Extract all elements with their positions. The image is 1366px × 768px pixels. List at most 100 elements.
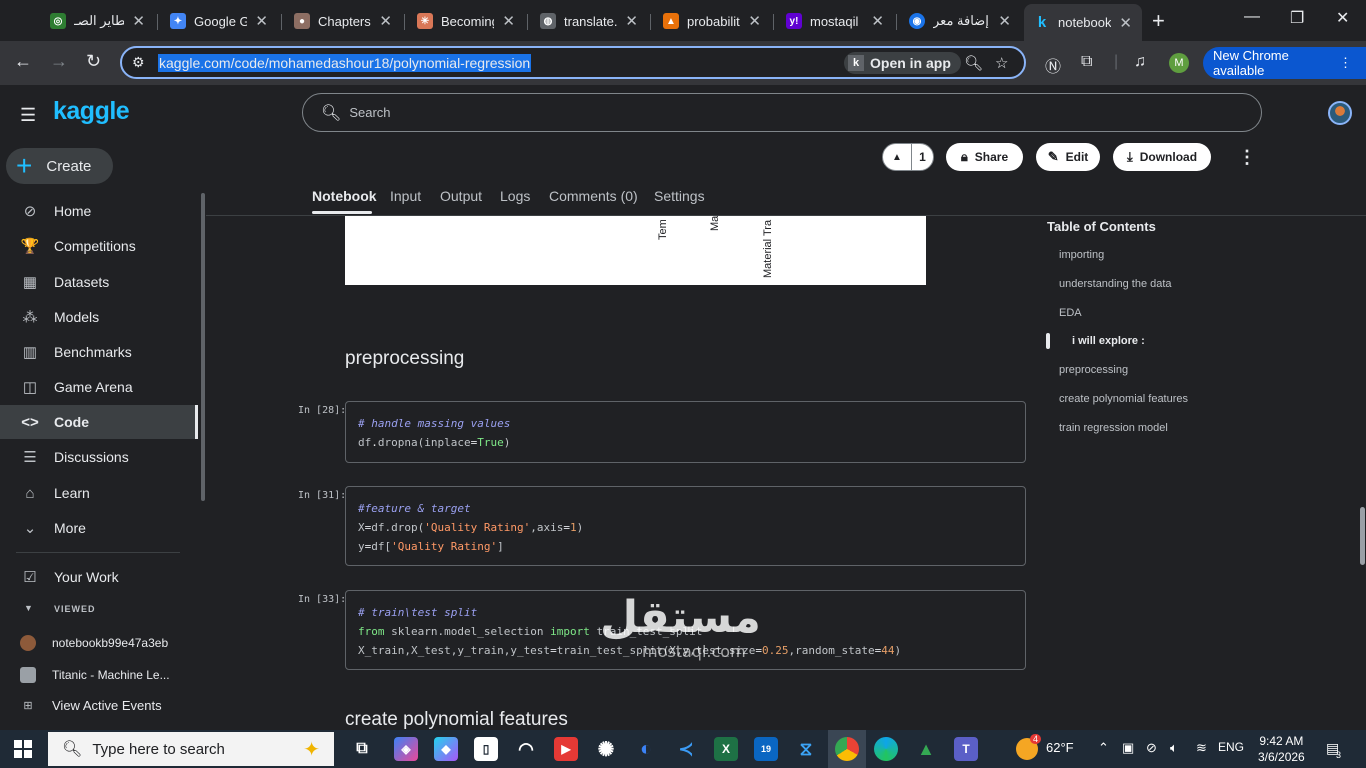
tab-output[interactable]: Output bbox=[440, 188, 482, 204]
address-bar[interactable]: ⚙ kaggle.com/code/mohamedashour18/polyno… bbox=[120, 46, 1026, 79]
chevron-down-icon[interactable]: ▼ bbox=[24, 603, 33, 613]
close-window-icon[interactable]: ✕ bbox=[1336, 8, 1349, 28]
sidebar-scrollbar[interactable] bbox=[201, 193, 205, 501]
podcast-app-icon[interactable]: ◠ bbox=[514, 737, 538, 761]
linkedin-icon[interactable]: 19 bbox=[754, 737, 778, 761]
network-off-icon[interactable]: ⊘ bbox=[1146, 740, 1157, 756]
sidebar-item-models[interactable]: ⁂ Models bbox=[0, 300, 198, 334]
sidebar-item-more[interactable]: ⌄ More bbox=[0, 511, 198, 545]
page-scrollbar[interactable] bbox=[1360, 507, 1365, 565]
chevron-up-icon[interactable]: ⌃ bbox=[1098, 740, 1109, 756]
close-icon[interactable]: ✕ bbox=[998, 12, 1011, 30]
search-input[interactable]: 🔍︎ Search bbox=[302, 93, 1262, 132]
browser-tab[interactable]: ◎ تطاير الصـ ✕ bbox=[40, 6, 155, 36]
user-avatar[interactable] bbox=[1328, 101, 1352, 125]
sidebar-item-your-work[interactable]: ☑ Your Work bbox=[0, 560, 198, 594]
toc-item[interactable]: understanding the data bbox=[1059, 278, 1172, 290]
url-text[interactable]: kaggle.com/code/mohamedashour18/polynomi… bbox=[158, 54, 532, 72]
sidebar-item-discussions[interactable]: ☰ Discussions bbox=[0, 440, 198, 474]
youtube-app-icon[interactable]: ▶ bbox=[554, 737, 578, 761]
teams-icon[interactable]: T bbox=[954, 737, 978, 761]
view-active-events[interactable]: ⊞ View Active Events bbox=[0, 690, 198, 720]
volume-icon[interactable]: 🔈︎ bbox=[1170, 740, 1178, 756]
sidebar-item-game-arena[interactable]: ◫ Game Arena bbox=[0, 370, 198, 404]
extensions-puzzle-icon[interactable]: ⧉ bbox=[1081, 53, 1092, 71]
excel-icon[interactable]: X bbox=[714, 737, 738, 761]
code-cell[interactable]: #feature & target X=df.drop('Quality Rat… bbox=[345, 486, 1026, 566]
toc-item[interactable]: EDA bbox=[1059, 307, 1082, 319]
chrome-profile-avatar[interactable]: M bbox=[1169, 53, 1189, 73]
open-in-app-button[interactable]: k Open in app bbox=[844, 52, 961, 74]
task-view-icon[interactable]: ⧉ bbox=[350, 737, 374, 761]
new-tab-plus-icon[interactable]: + bbox=[1152, 8, 1165, 34]
edge-icon[interactable] bbox=[874, 737, 898, 761]
notion-extension-icon[interactable]: Ⓝ bbox=[1045, 53, 1061, 77]
wifi-icon[interactable]: ≋ bbox=[1196, 740, 1207, 756]
bookmark-star-icon[interactable]: ☆ bbox=[995, 54, 1008, 72]
tab-comments[interactable]: Comments (0) bbox=[549, 188, 638, 204]
file-icon[interactable]: ▯ bbox=[474, 737, 498, 761]
sidebar-item-home[interactable]: ⊘ Home bbox=[0, 194, 198, 228]
close-icon[interactable]: ✕ bbox=[625, 12, 638, 30]
edit-button[interactable]: ✎ Edit bbox=[1036, 143, 1100, 171]
download-button[interactable]: ⤓ Download bbox=[1113, 143, 1211, 171]
code-cell[interactable]: # handle massing values df.dropna(inplac… bbox=[345, 401, 1026, 463]
back-arrow-icon[interactable]: ← bbox=[14, 51, 32, 72]
sidebar-item-benchmarks[interactable]: ▥ Benchmarks bbox=[0, 335, 198, 369]
restore-icon[interactable]: ❐ bbox=[1290, 8, 1304, 28]
viewed-item[interactable]: Titanic - Machine Le... bbox=[0, 660, 198, 690]
media-controls-icon[interactable]: ♫ bbox=[1134, 53, 1146, 71]
sidebar-item-datasets[interactable]: ▦ Datasets bbox=[0, 265, 198, 299]
toc-item-active[interactable]: i will explore : bbox=[1072, 335, 1145, 347]
more-options-icon[interactable]: ⋮ bbox=[1238, 147, 1256, 168]
system-clock[interactable]: 9:42 AM 3/6/2026 bbox=[1258, 733, 1305, 765]
microsoft-365-icon[interactable]: ◈ bbox=[394, 737, 418, 761]
close-icon[interactable]: ✕ bbox=[871, 12, 884, 30]
browser-tab[interactable]: y! mostaqil ✕ bbox=[776, 6, 894, 36]
new-chrome-available-button[interactable]: New Chrome available ⋮ bbox=[1203, 47, 1366, 79]
copilot-icon[interactable]: ◆ bbox=[434, 737, 458, 761]
taskbar-search-input[interactable]: 🔍︎ Type here to search ✦ bbox=[48, 732, 334, 766]
toc-item[interactable]: train regression model bbox=[1059, 422, 1168, 434]
browser-tab[interactable]: ◉ إضافة معر ✕ bbox=[899, 6, 1021, 36]
hamburger-menu-icon[interactable]: ☰ bbox=[20, 105, 36, 126]
language-indicator[interactable]: ENG bbox=[1218, 740, 1244, 754]
forward-arrow-icon[interactable]: → bbox=[50, 51, 68, 72]
browser-tab[interactable]: ◍ translate. ✕ bbox=[530, 6, 648, 36]
close-icon[interactable]: ✕ bbox=[1119, 14, 1132, 32]
chrome-menu-icon[interactable]: ⋮ bbox=[1339, 55, 1352, 71]
close-icon[interactable]: ✕ bbox=[748, 12, 761, 30]
sidebar-item-learn[interactable]: ⌂ Learn bbox=[0, 476, 198, 510]
vscode-icon[interactable]: ≺ bbox=[674, 737, 698, 761]
sidebar-item-competitions[interactable]: 🏆 Competitions bbox=[0, 229, 198, 263]
reload-icon[interactable]: ↻ bbox=[86, 51, 101, 72]
browser-tab[interactable]: ● Chapters ✕ bbox=[284, 6, 402, 36]
windows-start-icon[interactable] bbox=[14, 740, 32, 758]
toc-item[interactable]: importing bbox=[1059, 249, 1104, 261]
chrome-taskbar-icon[interactable] bbox=[835, 737, 859, 761]
kaggle-logo[interactable]: kaggle bbox=[53, 97, 130, 126]
toc-item[interactable]: preprocessing bbox=[1059, 364, 1128, 376]
camera-icon[interactable]: ▣ bbox=[1122, 740, 1134, 756]
chatgpt-icon[interactable]: ✺ bbox=[594, 737, 618, 761]
toc-item[interactable]: create polynomial features bbox=[1059, 393, 1188, 405]
edge-dev-icon[interactable]: ◐ bbox=[634, 737, 658, 761]
sidebar-item-code[interactable]: <> Code bbox=[0, 405, 198, 439]
tab-input[interactable]: Input bbox=[390, 188, 421, 204]
close-icon[interactable]: ✕ bbox=[132, 12, 145, 30]
zoom-search-icon[interactable]: 🔍︎ bbox=[964, 54, 983, 72]
site-info-icon[interactable]: ⚙ bbox=[132, 54, 145, 71]
weather-temperature[interactable]: 62°F bbox=[1046, 740, 1074, 755]
browser-tab[interactable]: ✦ Google Ge ✕ bbox=[160, 6, 278, 36]
upvote-button[interactable]: ▲ 1 bbox=[882, 143, 934, 171]
azure-icon[interactable]: ⧖ bbox=[794, 737, 818, 761]
upvote-arrow-icon[interactable]: ▲ bbox=[883, 152, 911, 163]
close-icon[interactable]: ✕ bbox=[379, 12, 392, 30]
minimize-icon[interactable]: — bbox=[1244, 8, 1260, 26]
browser-tab-active[interactable]: k notebook ✕ bbox=[1024, 4, 1142, 41]
viewed-item[interactable]: notebookb99e47a3eb bbox=[0, 628, 198, 658]
tab-notebook[interactable]: Notebook bbox=[312, 188, 377, 204]
browser-tab[interactable]: ✳ Becoming ✕ bbox=[407, 6, 525, 36]
close-icon[interactable]: ✕ bbox=[255, 12, 268, 30]
google-drive-icon[interactable]: ▲ bbox=[914, 737, 938, 761]
